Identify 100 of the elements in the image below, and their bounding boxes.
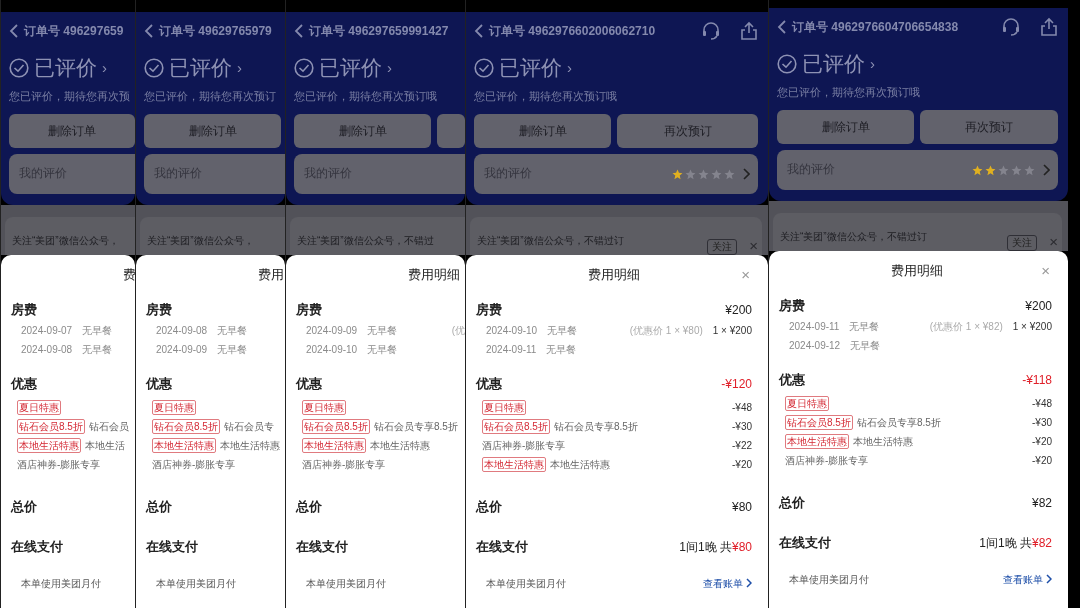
headset-icon[interactable]: [1001, 17, 1021, 37]
order-number: 订单号 49629765979: [159, 23, 272, 40]
section-title: 优惠: [11, 375, 37, 394]
payment-note: 本单使用美团月付: [485, 576, 566, 591]
section-amount: -¥120: [721, 376, 752, 393]
discount-tag: 钻石会员8.5折: [302, 419, 370, 434]
discount-tag: 本地生活特惠: [785, 434, 849, 449]
discount-amount: -¥22: [732, 439, 752, 453]
order-button[interactable]: 再次预订: [920, 110, 1058, 144]
discount-text: 酒店神券-膨胀专享: [785, 454, 869, 468]
payment-summary: 1间1晚 共¥80: [679, 539, 752, 556]
stay-date: 2024-09-10: [486, 324, 538, 338]
view-bill-link[interactable]: 查看账单: [703, 575, 752, 591]
discount-tag: 夏日特惠: [302, 400, 346, 415]
section-amount: ¥200: [725, 302, 752, 319]
star-icon: [711, 168, 722, 180]
sheet-title: 费: [122, 266, 135, 285]
order-button[interactable]: 删除订单: [777, 110, 914, 144]
discount-amount: -¥48: [1032, 397, 1052, 411]
meal-text: 无早餐: [217, 324, 248, 338]
discount-text: 本地生活特惠: [370, 439, 430, 453]
order-button[interactable]: 删除订单: [294, 114, 431, 148]
discount-amount: -¥48: [732, 401, 752, 415]
payment-summary: 1间1晚 共¥82: [979, 535, 1052, 552]
stay-date: 2024-09-11: [789, 320, 840, 334]
back-icon[interactable]: [9, 24, 19, 38]
check-icon: [144, 57, 164, 78]
discount-tag: 钻石会员8.5折: [482, 419, 550, 434]
discount-text: 本地生活特惠: [220, 439, 280, 453]
star-icon: [724, 168, 735, 180]
discount-amount: -¥20: [1032, 454, 1052, 468]
close-button[interactable]: ×: [1045, 235, 1062, 249]
close-button[interactable]: ×: [1039, 259, 1052, 283]
section-title: 在线支付: [476, 538, 528, 557]
status-arrow[interactable]: ›: [102, 56, 107, 79]
sheet-title: 费用: [257, 266, 284, 285]
star-icon: [1024, 164, 1035, 176]
order-button[interactable]: 删除订单: [9, 114, 135, 148]
section-title: 房费: [11, 301, 37, 320]
star-icon: [698, 168, 709, 180]
status-arrow[interactable]: ›: [870, 52, 875, 75]
headset-icon[interactable]: [701, 21, 721, 41]
discount-tag: 钻石会员8.5折: [152, 419, 220, 434]
section-title: 房费: [146, 301, 172, 320]
sheet-title: 费用明细: [587, 266, 640, 285]
discount-text: 本地生活: [85, 439, 125, 453]
discount-tag: 夏日特惠: [785, 396, 829, 411]
meal-text: 无早餐: [82, 324, 113, 338]
check-icon: [474, 57, 494, 78]
status-arrow[interactable]: ›: [387, 56, 392, 79]
back-icon[interactable]: [474, 24, 484, 38]
discount-tag: 本地生活特惠: [302, 438, 366, 453]
close-button[interactable]: ×: [739, 263, 752, 287]
order-button[interactable]: 删除订单: [474, 114, 611, 148]
stay-date: 2024-09-09: [306, 324, 358, 338]
chevron-icon: [743, 168, 750, 180]
meal-text: 无早餐: [367, 324, 398, 338]
status-arrow[interactable]: ›: [567, 56, 572, 79]
payment-note: 本单使用美团月付: [155, 576, 236, 591]
section-amount: ¥200: [1025, 298, 1052, 315]
back-icon[interactable]: [294, 24, 304, 38]
status-arrow[interactable]: ›: [237, 56, 242, 79]
section-title: 总价: [146, 498, 172, 517]
discount-text: 钻石会员专享8.5折: [373, 420, 458, 434]
section-title: 在线支付: [779, 534, 831, 553]
section-title: 优惠: [146, 375, 172, 394]
share-icon[interactable]: [740, 21, 758, 41]
meal-text: 无早餐: [217, 343, 248, 357]
section-amount: -¥118: [1022, 372, 1052, 389]
section-title: 总价: [779, 494, 805, 513]
sheet-title: 费用明细: [407, 266, 460, 285]
stay-date: 2024-09-12: [789, 339, 841, 353]
section-title: 总价: [296, 498, 322, 517]
discount-text: 钻石会员专享8.5折: [856, 416, 941, 430]
star-icon: [1011, 164, 1022, 176]
discount-text: 本地生活特惠: [853, 435, 913, 449]
section-title: 总价: [476, 498, 502, 517]
discount-text: 酒店神券-膨胀专享: [17, 458, 101, 472]
chevron-icon: [746, 578, 752, 588]
status-subtitle: 您已评价，期待您再次预: [9, 88, 131, 104]
order-button[interactable]: 删除订单: [144, 114, 281, 148]
star-icon: [972, 164, 983, 176]
star-icon: [685, 168, 696, 180]
stay-date: 2024-09-10: [306, 343, 358, 357]
view-bill-link[interactable]: 查看账单: [1003, 571, 1052, 587]
price-text: 1 × ¥200: [1012, 320, 1052, 334]
payment-note: 本单使用美团月付: [788, 572, 869, 587]
status-subtitle: 您已评价，期待您再次预订哦: [474, 88, 618, 104]
stay-date: 2024-09-08: [156, 324, 208, 338]
close-button[interactable]: ×: [745, 239, 762, 253]
share-icon[interactable]: [1040, 17, 1058, 37]
discount-tag: 本地生活特惠: [17, 438, 81, 453]
back-icon[interactable]: [777, 20, 787, 34]
back-icon[interactable]: [144, 24, 154, 38]
check-icon: [9, 57, 29, 78]
order-button[interactable]: [437, 114, 465, 148]
discount-amount: -¥20: [732, 458, 752, 472]
status-subtitle: 您已评价，期待您再次预订哦: [777, 84, 921, 100]
order-button[interactable]: 再次预订: [617, 114, 758, 148]
section-title: 房费: [296, 301, 322, 320]
